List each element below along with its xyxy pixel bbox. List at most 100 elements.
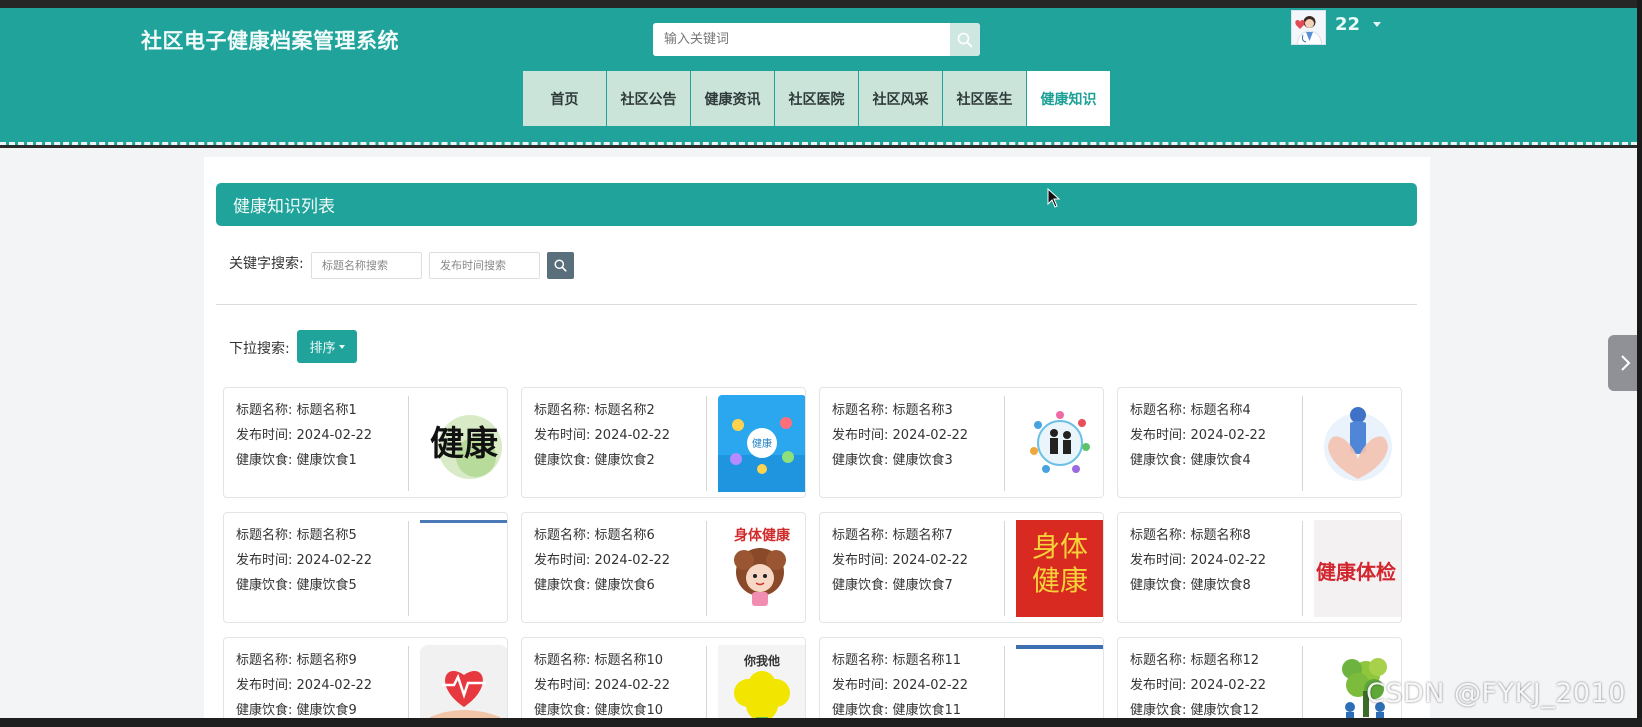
knowledge-card[interactable]: 标题名称: 标题名称8 发布时间: 2024-02-22 健康饮食: 健康饮食8…: [1117, 512, 1402, 623]
card-diet-label: 健康饮食:: [832, 453, 889, 468]
header-search-button[interactable]: [950, 23, 980, 56]
card-title: 标题名称6: [594, 528, 655, 543]
title-search-input[interactable]: [311, 252, 422, 279]
card-diet-label: 健康饮食:: [236, 578, 293, 593]
card-image-caption: 健康: [430, 424, 498, 464]
card-separator: [1302, 521, 1303, 616]
card-diet-label: 健康饮食:: [1130, 578, 1187, 593]
card-time-label: 发布时间:: [236, 553, 293, 568]
card-separator: [1302, 646, 1303, 727]
card-image[interactable]: [420, 645, 507, 727]
card-image[interactable]: [1314, 395, 1401, 492]
card-image[interactable]: 健康体检: [1314, 520, 1401, 617]
card-title: 标题名称4: [1190, 403, 1251, 418]
knowledge-card[interactable]: 标题名称: 标题名称1 发布时间: 2024-02-22 健康饮食: 健康饮食1…: [223, 387, 508, 498]
time-search-input[interactable]: [429, 252, 540, 279]
card-time: 2024-02-22: [594, 553, 671, 568]
card-time-label: 发布时间:: [534, 678, 591, 693]
card-time-label: 发布时间:: [832, 428, 889, 443]
sort-label: 排序: [309, 341, 336, 356]
site-title: 社区电子健康档案管理系统: [141, 29, 399, 53]
nav-item-health-knowledge[interactable]: 健康知识: [1027, 71, 1110, 126]
card-diet: 健康饮食4: [1190, 453, 1251, 468]
knowledge-card[interactable]: 标题名称: 标题名称12 发布时间: 2024-02-22 健康饮食: 健康饮食…: [1117, 637, 1402, 727]
card-title-label: 标题名称:: [534, 403, 591, 418]
nav-item-health-news[interactable]: 健康资讯: [691, 71, 774, 126]
card-image[interactable]: 健康: [420, 395, 507, 492]
card-title: 标题名称9: [296, 653, 357, 668]
card-title-label: 标题名称:: [1130, 528, 1187, 543]
nav-item-home[interactable]: 首页: [523, 71, 606, 126]
username[interactable]: 22: [1335, 14, 1360, 35]
knowledge-card[interactable]: 标题名称: 标题名称3 发布时间: 2024-02-22 健康饮食: 健康饮食3: [819, 387, 1104, 498]
card-diet-label: 健康饮食:: [534, 703, 591, 718]
sort-dropdown[interactable]: 排序: [297, 330, 357, 363]
card-image[interactable]: 你我他: [718, 645, 805, 727]
header-search-input[interactable]: [653, 23, 950, 56]
card-diet: 健康饮食10: [594, 703, 664, 718]
card-title: 标题名称1: [296, 403, 357, 418]
header-search: [653, 23, 980, 56]
card-image[interactable]: 健康: [718, 395, 805, 492]
mouse-cursor-icon: [1047, 188, 1061, 208]
card-separator: [1004, 646, 1005, 727]
card-diet-label: 健康饮食:: [534, 453, 591, 468]
card-title: 标题名称10: [594, 653, 664, 668]
card-diet: 健康饮食6: [594, 578, 655, 593]
card-time: 2024-02-22: [892, 428, 969, 443]
search-icon: [554, 259, 567, 272]
card-title-label: 标题名称:: [1130, 653, 1187, 668]
card-time-label: 发布时间:: [1130, 553, 1187, 568]
user-menu-caret-icon[interactable]: [1373, 22, 1381, 27]
card-diet-label: 健康饮食:: [236, 453, 293, 468]
card-time: 2024-02-22: [1190, 428, 1267, 443]
keyword-search-label: 关键字搜索:: [229, 256, 304, 272]
card-time: 2024-02-22: [296, 428, 373, 443]
card-diet: 健康饮食1: [296, 453, 357, 468]
card-image[interactable]: 身体健康: [1016, 520, 1103, 617]
card-time: 2024-02-22: [296, 553, 373, 568]
card-diet-label: 健康饮食:: [236, 703, 293, 718]
nav-item-hospital[interactable]: 社区医院: [775, 71, 858, 126]
knowledge-card[interactable]: 标题名称: 标题名称4 发布时间: 2024-02-22 健康饮食: 健康饮食4: [1117, 387, 1402, 498]
card-separator: [408, 521, 409, 616]
avatar[interactable]: [1291, 10, 1326, 45]
knowledge-card[interactable]: 标题名称: 标题名称10 发布时间: 2024-02-22 健康饮食: 健康饮食…: [521, 637, 806, 727]
card-title: 标题名称5: [296, 528, 357, 543]
caret-down-icon: [338, 345, 345, 349]
knowledge-card[interactable]: 标题名称: 标题名称5 发布时间: 2024-02-22 健康饮食: 健康饮食5: [223, 512, 508, 623]
bottom-strip: [0, 718, 1642, 727]
card-time-label: 发布时间:: [236, 678, 293, 693]
card-separator: [706, 521, 707, 616]
card-image-caption: 你我他: [743, 653, 780, 668]
knowledge-card[interactable]: 标题名称: 标题名称7 发布时间: 2024-02-22 健康饮食: 健康饮食7…: [819, 512, 1104, 623]
card-diet: 健康饮食5: [296, 578, 357, 593]
card-separator: [1004, 521, 1005, 616]
knowledge-card[interactable]: 标题名称: 标题名称9 发布时间: 2024-02-22 健康饮食: 健康饮食9: [223, 637, 508, 727]
card-title-label: 标题名称:: [832, 653, 889, 668]
card-title: 标题名称7: [892, 528, 953, 543]
card-title: 标题名称3: [892, 403, 953, 418]
card-image[interactable]: 身体健康: [718, 520, 805, 617]
card-diet: 健康饮食2: [594, 453, 655, 468]
card-separator: [1302, 396, 1303, 491]
top-strip: [0, 0, 1642, 8]
card-diet: 健康饮食11: [892, 703, 962, 718]
card-image[interactable]: [1016, 645, 1103, 727]
divider: [216, 304, 1417, 305]
card-image[interactable]: [1016, 395, 1103, 492]
card-title-label: 标题名称:: [236, 528, 293, 543]
card-diet-label: 健康饮食:: [534, 578, 591, 593]
knowledge-card[interactable]: 标题名称: 标题名称2 发布时间: 2024-02-22 健康饮食: 健康饮食2…: [521, 387, 806, 498]
nav-item-doctors[interactable]: 社区医生: [943, 71, 1026, 126]
knowledge-card[interactable]: 标题名称: 标题名称6 发布时间: 2024-02-22 健康饮食: 健康饮食6…: [521, 512, 806, 623]
card-title: 标题名称12: [1190, 653, 1260, 668]
card-separator: [706, 646, 707, 727]
knowledge-card[interactable]: 标题名称: 标题名称11 发布时间: 2024-02-22 健康饮食: 健康饮食…: [819, 637, 1104, 727]
nav-item-announcements[interactable]: 社区公告: [607, 71, 690, 126]
card-image[interactable]: [420, 520, 507, 617]
list-search-button[interactable]: [547, 252, 574, 279]
card-diet-label: 健康饮食:: [1130, 703, 1187, 718]
nav-item-community-style[interactable]: 社区风采: [859, 71, 942, 126]
card-diet: 健康饮食3: [892, 453, 953, 468]
